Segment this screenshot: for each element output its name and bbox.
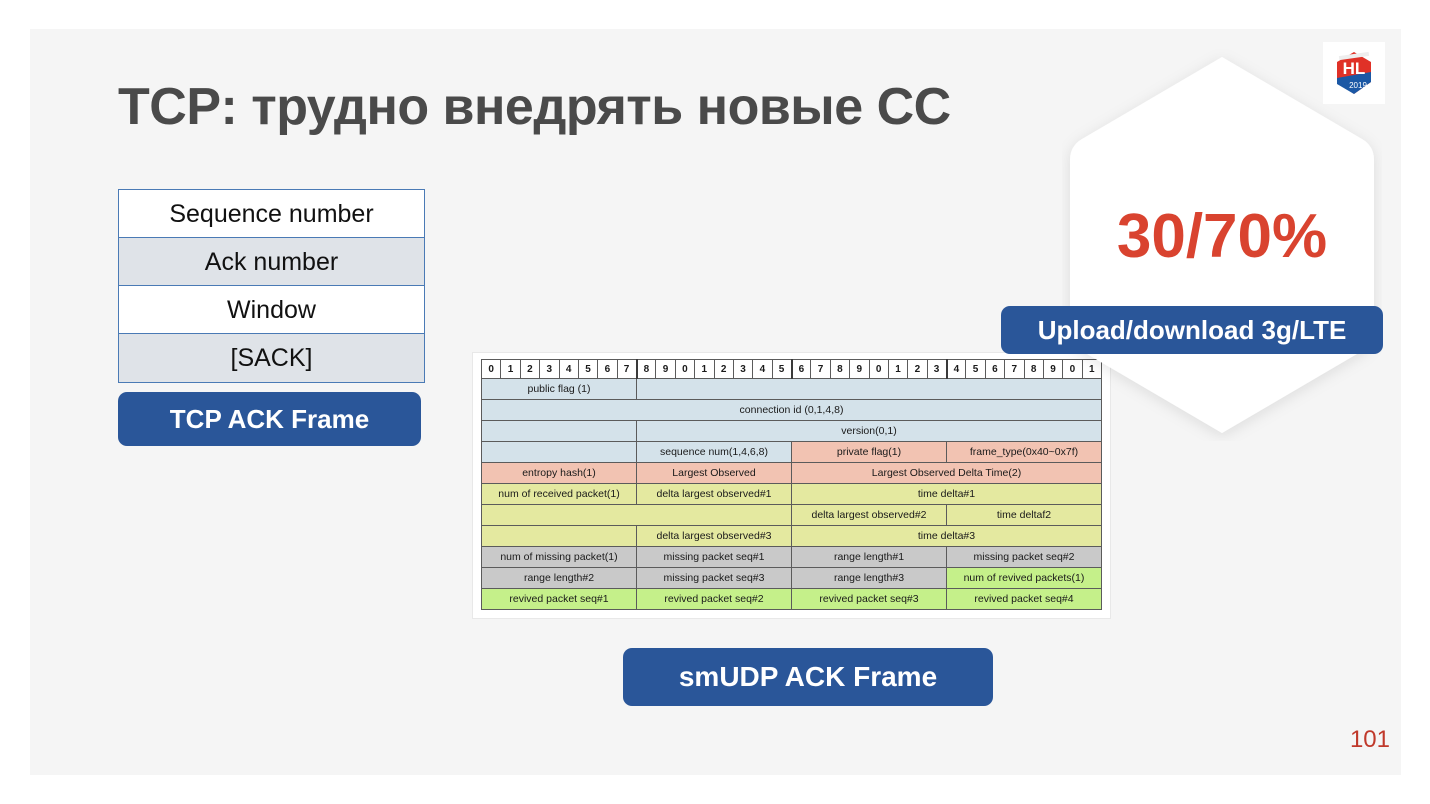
bit-ruler-cell: 8 [1023,359,1044,379]
packet-field-cell: revived packet seq#1 [481,588,637,610]
packet-field-cell: time delta#1 [791,483,1102,505]
bit-ruler-cell: 1 [500,359,521,379]
tcp-field-row: Sequence number [119,190,424,238]
smudp-packet-diagram: 0 1 2 3 4 5 6 7 8 9 0 1 2 3 4 5 6 7 8 9 0 1 2 3 4 5 6 7 8 9 0 1 public f… [472,352,1111,619]
tcp-ack-frame-table: Sequence number Ack number Window [SACK] [118,189,425,383]
bit-ruler-cell: 5 [771,359,793,379]
packet-field-cell: num of missing packet(1) [481,546,637,568]
packet-field-cell [481,525,637,547]
bit-ruler-cell: 0 [868,359,889,379]
stat-caption-label: Upload/download 3g/LTE [1001,306,1383,354]
packet-field-cell [481,441,637,463]
bit-ruler-cell: 9 [655,359,676,379]
packet-field-row: num of missing packet(1) missing packet s… [481,546,1102,568]
packet-field-cell: missing packet seq#3 [636,567,792,589]
packet-field-cell: num of revived packets(1) [946,567,1102,589]
bit-ruler-cell: 0 [674,359,696,379]
packet-field-cell: sequence num(1,4,6,8) [636,441,792,463]
packet-field-cell: time delta#3 [791,525,1102,547]
bit-ruler-cell: 7 [1004,359,1025,379]
bit-ruler-cell: 6 [984,359,1006,379]
bit-ruler-cell: 5 [965,359,986,379]
packet-field-row: connection id (0,1,4,8) [481,399,1102,421]
bit-ruler-cell: 6 [790,359,812,379]
bit-ruler-row: 01234567890123456789012345678901 [480,359,1103,379]
packet-field-cell: public flag (1) [481,378,637,400]
packet-field-cell: range length#2 [481,567,637,589]
packet-field-cell: missing packet seq#2 [946,546,1102,568]
packet-field-row: sequence num(1,4,6,8) private flag(1) fram… [481,441,1102,463]
packet-field-cell: frame_type(0x40~0x7f) [946,441,1102,463]
packet-field-row: entropy hash(1) Largest Observed Largest O… [481,462,1102,484]
packet-field-cell: range length#1 [791,546,947,568]
bit-ruler-cell: 8 [635,359,657,379]
stat-value: 30/70% [1116,202,1328,271]
bit-ruler-cell: 9 [1042,359,1064,379]
packet-field-cell: version(0,1) [636,420,1102,442]
bit-ruler-cell: 4 [558,359,579,379]
bit-ruler-cell: 3 [732,359,754,379]
tcp-field-row: [SACK] [119,334,424,382]
packet-field-cell: private flag(1) [791,441,947,463]
bit-ruler-cell: 8 [829,359,851,379]
bit-ruler-cell: 9 [849,359,870,379]
packet-field-row: delta largest observed#3 time delta#3 [481,525,1102,547]
packet-field-cell: delta largest observed#2 [791,504,947,526]
packet-field-cell: connection id (0,1,4,8) [481,399,1102,421]
packet-field-cell: delta largest observed#3 [636,525,792,547]
bit-ruler-cell: 2 [907,359,928,379]
packet-field-cell: revived packet seq#3 [791,588,947,610]
bit-ruler-cell: 2 [519,359,541,379]
page-title: TCP: трудно внедрять новые CC [118,78,951,136]
packet-field-row: range length#2 missing packet seq#3 range … [481,567,1102,589]
bit-ruler-cell: 6 [597,359,618,379]
packet-field-cell: num of received packet(1) [481,483,637,505]
packet-field-cell: entropy hash(1) [481,462,637,484]
packet-field-cell: Largest Observed [636,462,792,484]
bit-ruler-cell: 1 [887,359,909,379]
packet-field-cell: revived packet seq#2 [636,588,792,610]
stat-hexagon-badge: 30/70% [1062,49,1382,441]
packet-field-cell: revived packet seq#4 [946,588,1102,610]
packet-field-cell: missing packet seq#1 [636,546,792,568]
bit-ruler-cell: 4 [945,359,967,379]
slide-canvas: TCP: трудно внедрять новые CC HL 2019 Se… [30,29,1401,775]
bit-ruler-cell: 7 [810,359,831,379]
bit-ruler-cell: 1 [694,359,715,379]
packet-field-cell: range length#3 [791,567,947,589]
packet-field-row: public flag (1) [481,378,1102,400]
packet-field-cell: delta largest observed#1 [636,483,792,505]
bit-ruler-cell: 3 [926,359,948,379]
bit-ruler-cell: 5 [577,359,599,379]
packet-field-cell [481,504,792,526]
packet-field-row: revived packet seq#1 revived packet seq#2… [481,588,1102,610]
packet-field-row: num of received packet(1) delta largest o… [481,483,1102,505]
packet-table: 0 1 2 3 4 5 6 7 8 9 0 1 2 3 4 5 6 7 8 9 0 1 2 3 4 5 6 7 8 9 0 1 public f… [480,359,1103,610]
packet-field-cell [481,420,637,442]
bit-ruler-cell: 0 [480,359,502,379]
tcp-field-row: Ack number [119,238,424,286]
packet-field-cell: time deltaf2 [946,504,1102,526]
packet-field-row: version(0,1) [481,420,1102,442]
packet-field-cell [636,378,1102,400]
packet-field-row: delta largest observed#2 time deltaf2 [481,504,1102,526]
page-number: 101 [1349,726,1390,753]
packet-field-cell: Largest Observed Delta Time(2) [791,462,1102,484]
bit-ruler-cell: 3 [539,359,560,379]
tcp-field-row: Window [119,286,424,334]
bit-ruler-cell: 7 [616,359,638,379]
bit-ruler-cell: 2 [713,359,734,379]
tcp-ack-frame-label: TCP ACK Frame [118,392,421,446]
bit-ruler-cell: 4 [752,359,773,379]
smudp-ack-frame-label: smUDP ACK Frame [623,648,993,706]
